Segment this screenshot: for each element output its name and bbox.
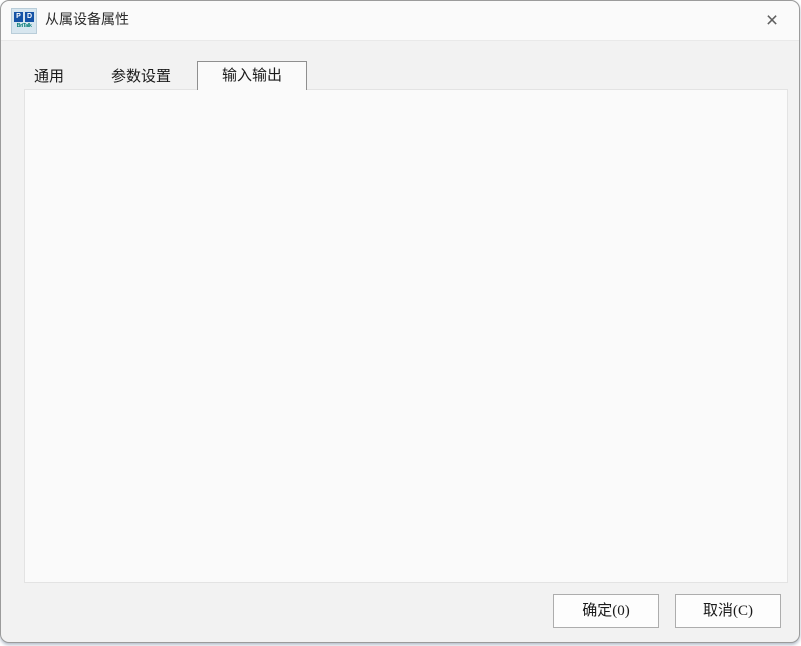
app-logo-caption: BriTalk bbox=[13, 23, 35, 28]
app-logo-icon: P D BriTalk bbox=[11, 8, 37, 34]
dialog-window: P D BriTalk 从属设备属性 × 通用 参数设置 输入输出 最大输入长度… bbox=[0, 0, 800, 643]
tab-general[interactable]: 通用 bbox=[34, 65, 64, 86]
tab-parameter-settings[interactable]: 参数设置 bbox=[111, 65, 171, 86]
tab-page-input-output bbox=[24, 89, 788, 583]
app-logo-letter-d: D bbox=[25, 12, 34, 22]
app-logo-letter-p: P bbox=[14, 12, 23, 22]
close-icon[interactable]: × bbox=[758, 7, 786, 35]
titlebar[interactable]: P D BriTalk 从属设备属性 × bbox=[1, 1, 799, 41]
cancel-button[interactable]: 取消(C) bbox=[675, 594, 781, 628]
app-logo-squares: P D bbox=[12, 12, 36, 22]
ok-button[interactable]: 确定(0) bbox=[553, 594, 659, 628]
window-title: 从属设备属性 bbox=[45, 1, 129, 41]
tab-input-output[interactable]: 输入输出 bbox=[197, 61, 307, 90]
